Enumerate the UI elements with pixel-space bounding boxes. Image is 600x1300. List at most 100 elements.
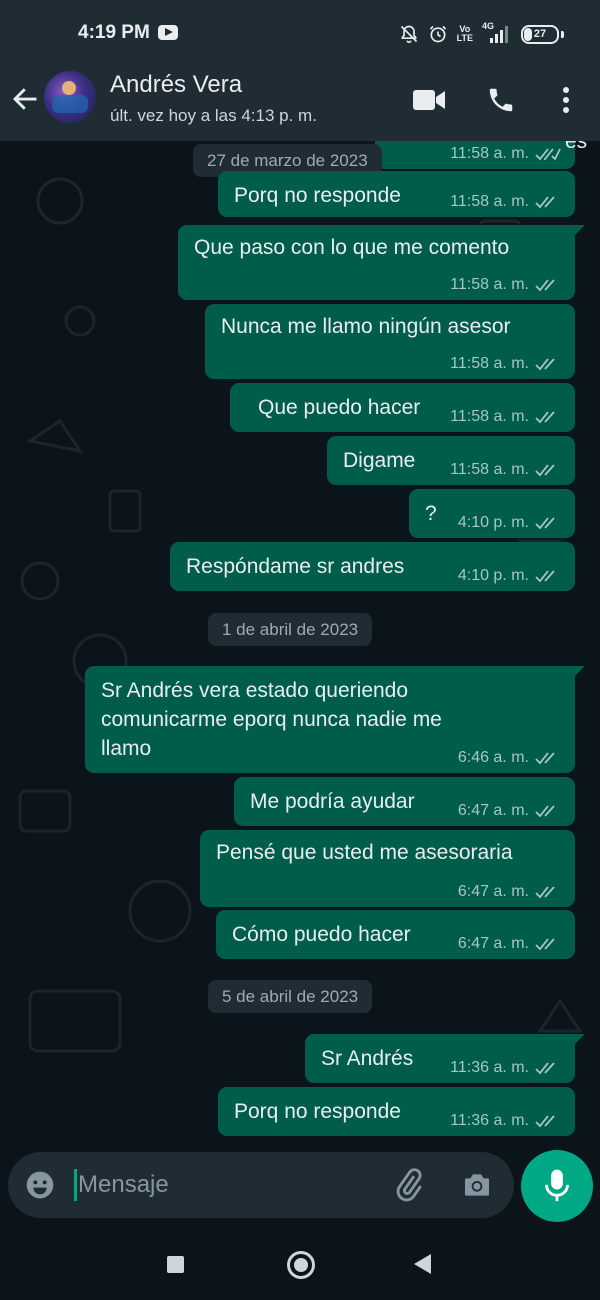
message-meta: 4:10 p. m. (458, 567, 561, 585)
message-meta: 11:36 a. m. (450, 1059, 561, 1077)
message-text: Sr Andrés vera estado queriendo comunica… (101, 676, 442, 763)
read-ticks-icon (535, 517, 555, 530)
message-time: 4:10 p. m. (457, 567, 529, 584)
message-time: 11:36 a. m. (450, 1112, 529, 1129)
message-meta: 11:36 a. m. (450, 1112, 561, 1130)
volte-line2: LTE (456, 33, 473, 43)
message-time: 11:58 a. m. (450, 461, 529, 478)
chat-header: Andrés Vera últ. vez hoy a las 4:13 p. m… (0, 66, 600, 141)
read-ticks-icon (535, 570, 555, 583)
message-input[interactable] (78, 1168, 378, 1202)
avatar[interactable] (44, 71, 96, 123)
alarm-icon (429, 25, 446, 43)
message-meta: 11:58 a. m. (450, 461, 561, 479)
date-chip: 1 de abril de 2023 (208, 613, 373, 646)
message-bubble[interactable]: Porq no responde 11:58 a. m. (218, 171, 575, 217)
message-text: Que paso con lo que me comento (194, 236, 510, 259)
nav-back-icon[interactable] (414, 1254, 431, 1274)
battery-level: 27 (533, 27, 547, 40)
message-bubble[interactable]: Digame 11:58 a. m. (327, 436, 575, 485)
message-time: 11:36 a. m. (450, 1059, 529, 1076)
status-icons: Vo LTE 4G 27 (399, 20, 564, 48)
battery-icon: 27 (521, 24, 559, 44)
message-bubble[interactable]: Sr Andrés vera estado queriendo comunica… (85, 666, 585, 773)
message-text: Respóndame sr andres (186, 555, 405, 578)
message-text: Sr Andrés (321, 1047, 414, 1070)
read-ticks-icon (535, 148, 561, 161)
home-icon[interactable] (287, 1251, 315, 1279)
message-text: Que puedo hacer (258, 396, 421, 419)
message-bubble[interactable]: Respóndame sr andres 4:10 p. m. (170, 542, 575, 591)
message-meta: 11:58 a. m. (450, 355, 561, 373)
read-ticks-icon (535, 464, 555, 477)
message-text: Nunca me llamo ningún asesor (221, 315, 511, 338)
message-meta: 6:46 a. m. (458, 749, 561, 767)
message-bubble[interactable]: Sr Andrés 11:36 a. m. (305, 1034, 585, 1083)
message-time: 11:58 a. m. (450, 193, 529, 210)
message-bubble[interactable]: Nunca me llamo ningún asesor 11:58 a. m. (205, 304, 575, 379)
message-line: Sr Andrés vera estado queriendo (101, 679, 409, 702)
message-bubble[interactable]: Cómo puedo hacer 6:47 a. m. (216, 910, 575, 959)
video-call-icon[interactable] (412, 88, 446, 112)
mic-button[interactable] (521, 1150, 593, 1222)
volte-indicator: Vo LTE (457, 25, 473, 43)
chat-area[interactable]: es 11:58 a. m. 27 de marzo de 2023 Porq … (0, 141, 600, 1150)
phone-icon[interactable] (486, 85, 516, 115)
contact-last-seen[interactable]: últ. vez hoy a las 4:13 p. m. (110, 106, 317, 126)
message-bubble[interactable]: ? 4:10 p. m. (409, 489, 575, 538)
message-text: es (565, 141, 588, 153)
youtube-icon (158, 25, 178, 40)
read-ticks-icon (535, 1115, 555, 1128)
message-bubble[interactable]: Que puedo hacer 11:58 a. m. (230, 383, 575, 432)
read-ticks-icon (535, 279, 555, 292)
contact-name[interactable]: Andrés Vera (110, 71, 242, 99)
message-line: comunicarme eporq nunca nadie me (101, 708, 442, 731)
read-ticks-icon (535, 938, 555, 951)
attach-icon[interactable] (392, 1168, 426, 1202)
message-bubble[interactable]: Porq no responde 11:36 a. m. (218, 1087, 575, 1136)
message-bubble[interactable]: Que paso con lo que me comento 11:58 a. … (178, 225, 585, 300)
message-meta: 4:10 p. m. (458, 514, 561, 532)
camera-icon[interactable] (460, 1169, 494, 1201)
read-ticks-icon (535, 886, 555, 899)
message-line: llamo (101, 737, 152, 760)
date-chip: 5 de abril de 2023 (208, 980, 373, 1013)
read-ticks-icon (535, 1062, 555, 1075)
message-time: 11:58 a. m. (450, 355, 529, 372)
message-text: Porq no responde (234, 1100, 401, 1123)
message-text: Digame (343, 449, 416, 472)
text-caret (74, 1169, 77, 1201)
message-bubble[interactable]: Me podría ayudar 6:47 a. m. (234, 777, 575, 826)
message-time: 6:47 a. m. (457, 883, 529, 900)
message-bubble[interactable]: Pensé que usted me asesoraria 6:47 a. m. (200, 830, 575, 907)
read-ticks-icon (535, 196, 555, 209)
read-ticks-icon (535, 358, 555, 371)
system-nav-bar (0, 1228, 600, 1300)
message-text: ? (425, 502, 437, 525)
message-text: Porq no responde (234, 184, 401, 207)
recents-icon[interactable] (167, 1256, 184, 1273)
message-input-bar (8, 1152, 514, 1218)
message-meta: 6:47 a. m. (458, 935, 561, 953)
message-time: 11:58 a. m. (450, 276, 529, 293)
message-time: 4:10 p. m. (457, 514, 529, 531)
more-vert-icon[interactable] (553, 84, 579, 116)
status-time: 4:19 PM (78, 22, 150, 43)
status-bar: 4:19 PM Vo LTE 4G 27 (0, 0, 600, 66)
message-text: Me podría ayudar (250, 790, 415, 813)
message-meta: 6:47 a. m. (458, 883, 561, 901)
message-time: 6:47 a. m. (457, 935, 529, 952)
message-time: 11:58 a. m. (450, 145, 529, 162)
read-ticks-icon (535, 411, 555, 424)
message-meta: 11:58 a. m. (450, 145, 561, 163)
message-bubble[interactable]: es 11:58 a. m. (375, 141, 587, 169)
message-time: 6:46 a. m. (457, 749, 529, 766)
mic-icon (545, 1169, 569, 1202)
back-arrow-icon[interactable] (10, 84, 40, 114)
message-text: Pensé que usted me asesoraria (216, 841, 513, 864)
read-ticks-icon (535, 805, 555, 818)
emoji-icon[interactable] (24, 1169, 56, 1201)
message-meta: 11:58 a. m. (450, 408, 561, 426)
message-time: 11:58 a. m. (450, 408, 529, 425)
message-text: Cómo puedo hacer (232, 923, 411, 946)
